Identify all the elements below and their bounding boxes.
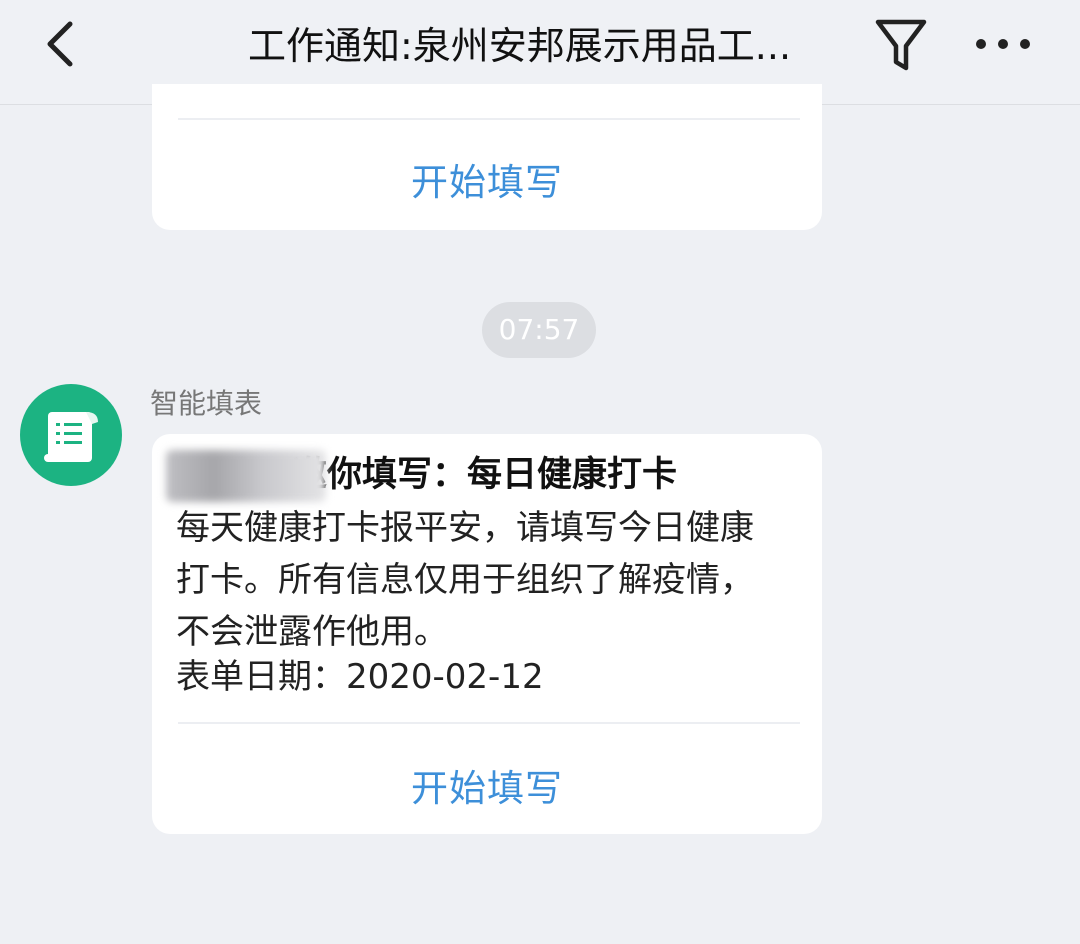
form-date-label: 表单日期：: [176, 657, 346, 697]
timestamp-badge: 07:57: [482, 302, 596, 358]
chevron-left-icon: [47, 21, 73, 67]
filter-icon: [875, 19, 927, 71]
more-icon: [976, 39, 1030, 49]
back-button[interactable]: [38, 16, 86, 72]
previous-message-card: 开始填写: [152, 84, 822, 230]
card-divider: [178, 722, 800, 724]
start-fill-button[interactable]: 开始填写: [152, 152, 822, 206]
sender-name: 智能填表: [150, 387, 263, 420]
message-title: 邀你填写：每日健康打卡: [292, 455, 678, 495]
message-card[interactable]: 邀你填写：每日健康打卡 每天健康打卡报平安，请填写今日健康打卡。所有信息仅用于组…: [152, 434, 822, 834]
start-fill-button[interactable]: 开始填写: [152, 758, 822, 812]
card-divider: [178, 118, 800, 120]
message-body: 每天健康打卡报平安，请填写今日健康打卡。所有信息仅用于组织了解疫情，不会泄露作他…: [176, 508, 754, 652]
filter-button[interactable]: [872, 14, 930, 76]
page-title: 工作通知:泉州安邦展示用品工...: [248, 24, 792, 68]
more-button[interactable]: [972, 30, 1034, 58]
redacted-blur: [166, 450, 326, 502]
form-document-icon: [44, 412, 98, 462]
form-date: 表单日期：2020-02-12: [176, 652, 544, 702]
avatar[interactable]: [20, 384, 122, 486]
form-date-value: 2020-02-12: [346, 657, 544, 697]
